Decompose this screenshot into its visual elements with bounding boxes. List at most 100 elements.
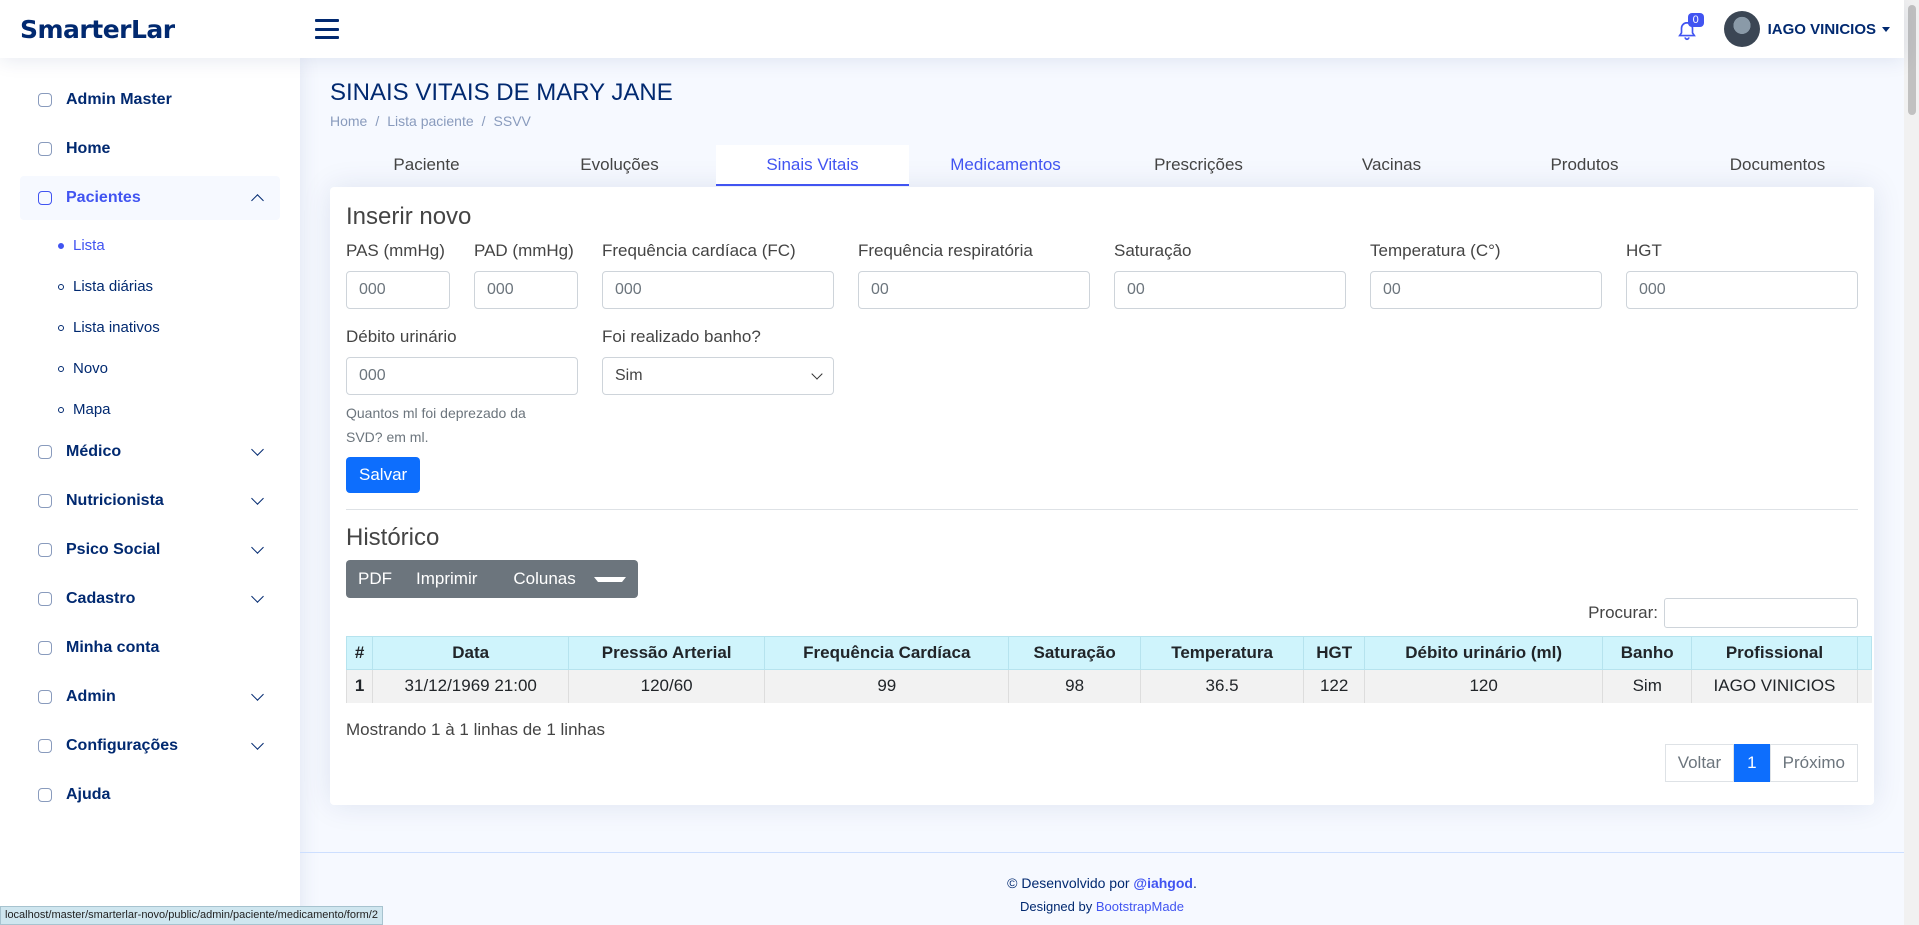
plus-circle-icon — [38, 592, 52, 606]
footer-text: © Desenvolvido por — [1007, 875, 1134, 891]
caret-down-icon — [593, 577, 626, 583]
breadcrumb-lista-paciente[interactable]: Lista paciente — [387, 113, 473, 129]
sidebar: Admin Master Home Pacientes Lista Lista … — [0, 58, 300, 925]
sidebar-subitem-mapa[interactable]: Mapa — [58, 389, 280, 430]
prev-page-button[interactable]: Voltar — [1664, 743, 1735, 782]
sidebar-item-admin[interactable]: Admin — [20, 675, 280, 719]
scrollbar-thumb[interactable] — [1907, 5, 1916, 115]
col-header[interactable]: HGT — [1303, 636, 1365, 670]
page-1-button[interactable]: 1 — [1734, 743, 1770, 782]
user-menu-toggle[interactable]: IAGO VINICIOS — [1768, 21, 1890, 38]
table-search: Procurar: — [346, 598, 1858, 628]
sidebar-item-medico[interactable]: Médico — [20, 430, 280, 474]
sidebar-item-label: Psico Social — [66, 541, 161, 558]
stethoscope-icon — [38, 445, 52, 459]
footer-text: . — [1192, 875, 1197, 891]
notification-count-badge: 0 — [1687, 13, 1704, 27]
sidebar-item-home[interactable]: Home — [20, 127, 280, 171]
top-header: SmarterLar 0 IAGO VINICIOS — [0, 0, 1904, 58]
pagination: Voltar 1 Próximo — [346, 743, 1858, 782]
subitem-label: Lista inativos — [73, 319, 160, 336]
col-header[interactable]: Saturação — [1008, 636, 1141, 670]
col-header[interactable]: Frequência Cardíaca — [764, 636, 1010, 670]
account-circle-icon — [38, 641, 52, 655]
col-header[interactable]: Profissional — [1691, 636, 1858, 670]
menu-toggle-icon[interactable] — [315, 19, 339, 39]
col-header[interactable]: Pressão Arterial — [568, 636, 766, 670]
tab-paciente[interactable]: Paciente — [330, 145, 523, 186]
hgt-input[interactable]: 000 — [1626, 271, 1858, 309]
chevron-down-icon — [251, 492, 264, 505]
tab-prescricoes[interactable]: Prescrições — [1102, 145, 1295, 186]
bullet-icon — [58, 283, 64, 290]
debito-help-text: Quantos ml foi deprezado da SVD? em ml. — [346, 405, 526, 445]
tab-vacinas[interactable]: Vacinas — [1295, 145, 1488, 186]
sidebar-subitem-lista[interactable]: Lista — [58, 225, 280, 266]
main-content: SINAIS VITAIS DE MARY JANE Home / Lista p… — [330, 58, 1874, 805]
debito-input[interactable]: 000 — [346, 357, 578, 395]
col-header[interactable]: Temperatura — [1139, 636, 1305, 670]
table-cell-extra — [1856, 669, 1872, 703]
columns-button[interactable]: Colunas — [489, 569, 637, 589]
form-row-1: PAS (mmHg) 000 PAD (mmHg) 000 Frequência c… — [346, 241, 1858, 309]
tab-produtos[interactable]: Produtos — [1488, 145, 1681, 186]
saturacao-input[interactable]: 00 — [1114, 271, 1346, 309]
sidebar-item-ajuda[interactable]: Ajuda — [20, 773, 280, 817]
sidebar-item-psico-social[interactable]: Psico Social — [20, 528, 280, 572]
col-header[interactable]: Banho — [1602, 636, 1693, 670]
user-avatar[interactable] — [1723, 11, 1760, 47]
fr-input[interactable]: 00 — [858, 271, 1090, 309]
app-logo[interactable]: SmarterLar — [20, 15, 310, 44]
bootstrapmade-link[interactable]: BootstrapMade — [1096, 899, 1184, 914]
notification-bell-icon[interactable]: 0 — [1676, 13, 1704, 43]
sidebar-item-label: Configurações — [66, 737, 179, 754]
sidebar-subitem-lista-diarias[interactable]: Lista diárias — [58, 266, 280, 307]
col-header[interactable]: Data — [372, 636, 570, 670]
tab-evolucoes[interactable]: Evoluções — [523, 145, 716, 186]
tab-bar: Paciente Evoluções Sinais Vitais Medicam… — [330, 145, 1874, 186]
breadcrumb-home[interactable]: Home — [330, 113, 367, 129]
sidebar-item-nutricionista[interactable]: Nutricionista — [20, 479, 280, 523]
chevron-down-icon — [811, 368, 823, 380]
print-button[interactable]: Imprimir — [404, 569, 489, 589]
banho-selected: Sim — [615, 367, 643, 384]
sidebar-item-pacientes[interactable]: Pacientes — [20, 176, 280, 220]
author-link[interactable]: @iahgod — [1133, 875, 1193, 891]
fc-input[interactable]: 000 — [602, 271, 834, 309]
tab-medicamentos[interactable]: Medicamentos — [909, 145, 1102, 186]
form-row-2: Débito urinário 000 Quantos ml foi deprez… — [346, 327, 1858, 449]
footer-text: Designed by — [1019, 899, 1096, 914]
sidebar-item-cadastro[interactable]: Cadastro — [20, 577, 280, 621]
question-circle-icon — [38, 788, 52, 802]
sidebar-item-admin-master[interactable]: Admin Master — [20, 78, 280, 122]
tab-sinais-vitais[interactable]: Sinais Vitais — [716, 145, 909, 186]
sidebar-subitem-novo[interactable]: Novo — [58, 348, 280, 389]
footer-credits: © Desenvolvido por @iahgod. — [300, 875, 1904, 891]
table-cell: 120/60 — [568, 669, 765, 703]
col-header[interactable]: # — [345, 636, 374, 670]
chevron-up-icon — [251, 194, 264, 207]
footer: © Desenvolvido por @iahgod. Designed by … — [300, 852, 1904, 914]
temperatura-input[interactable]: 00 — [1370, 271, 1602, 309]
search-label: Procurar: — [1588, 603, 1658, 622]
table-row[interactable]: 1 31/12/1969 21:00 120/60 99 98 36.5 122… — [345, 669, 1872, 703]
person-icon — [38, 191, 52, 205]
save-button[interactable]: Salvar — [346, 457, 421, 493]
next-page-button[interactable]: Próximo — [1769, 743, 1858, 782]
chevron-down-icon — [251, 541, 264, 554]
pdf-button[interactable]: PDF — [346, 569, 404, 589]
vertical-scrollbar[interactable] — [1904, 0, 1919, 925]
search-input[interactable] — [1664, 598, 1858, 628]
vitals-card: Inserir novo PAS (mmHg) 000 PAD (mmHg) 000… — [330, 187, 1874, 805]
pas-input[interactable]: 000 — [346, 271, 450, 309]
person-gear-icon — [38, 690, 52, 704]
sidebar-item-minha-conta[interactable]: Minha conta — [20, 626, 280, 670]
pad-input[interactable]: 000 — [474, 271, 578, 309]
sidebar-subitem-lista-inativos[interactable]: Lista inativos — [58, 307, 280, 348]
banho-select[interactable]: Sim — [602, 357, 834, 395]
tab-documentos[interactable]: Documentos — [1681, 145, 1874, 186]
table-cell: 1 — [345, 669, 373, 703]
sidebar-item-configuracoes[interactable]: Configurações — [20, 724, 280, 768]
subitem-label: Lista — [73, 237, 105, 254]
col-header[interactable]: Débito urinário (ml) — [1363, 636, 1604, 670]
